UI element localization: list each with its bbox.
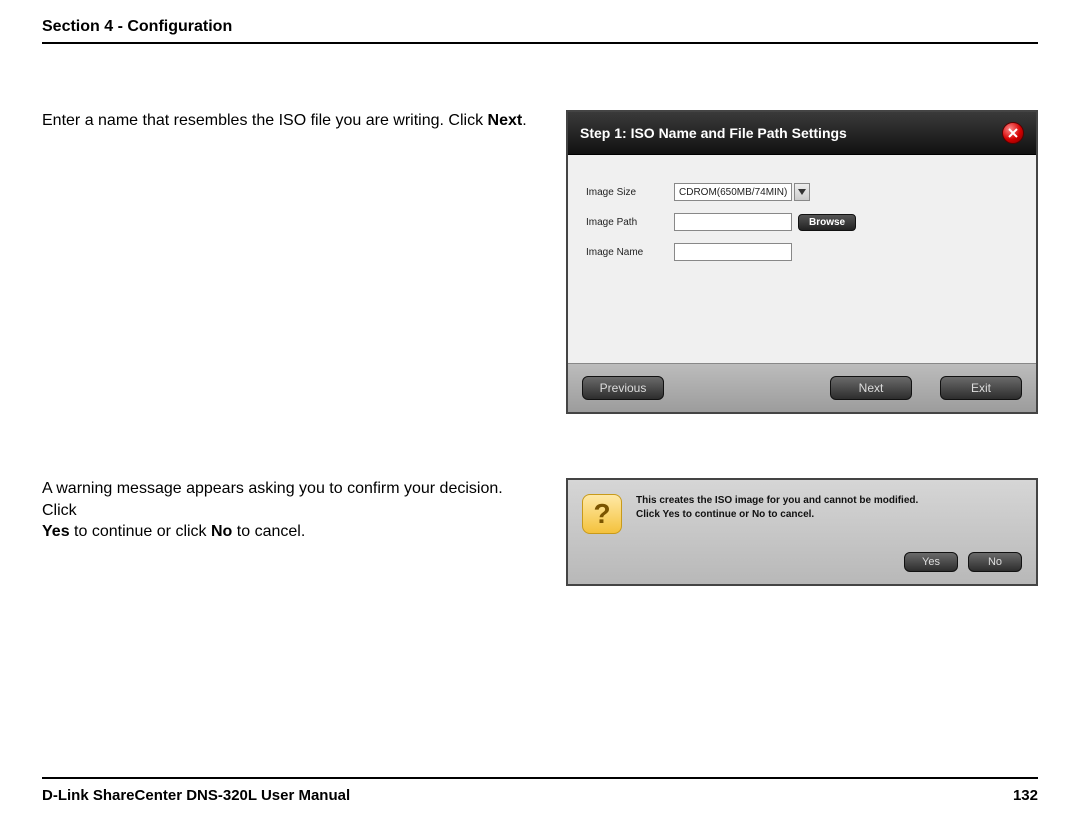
intro1-post: .: [522, 112, 526, 129]
intro2-mid: to continue or click: [70, 523, 211, 540]
instruction-paragraph-1: Enter a name that resembles the ISO file…: [42, 110, 538, 414]
browse-button[interactable]: Browse: [798, 214, 856, 231]
wizard-window: Step 1: ISO Name and File Path Settings …: [566, 110, 1038, 414]
wizard-body: Image Size CDROM(650MB/74MIN) Image Path…: [568, 155, 1036, 363]
wizard-title-bar: Step 1: ISO Name and File Path Settings: [568, 112, 1036, 155]
wizard-footer: Previous Next Exit: [568, 363, 1036, 412]
image-size-label: Image Size: [586, 187, 674, 198]
manual-title: D-Link ShareCenter DNS-320L User Manual: [42, 787, 350, 804]
close-button[interactable]: [1002, 122, 1024, 144]
page-number: 132: [1013, 787, 1038, 804]
image-size-value: CDROM(650MB/74MIN): [679, 187, 787, 198]
confirm-message: This creates the ISO image for you and c…: [636, 494, 918, 521]
chevron-down-icon: [798, 189, 806, 195]
confirm-dialog: ? This creates the ISO image for you and…: [566, 478, 1038, 586]
no-button[interactable]: No: [968, 552, 1022, 572]
exit-button[interactable]: Exit: [940, 376, 1022, 400]
page-section-header: Section 4 - Configuration: [42, 18, 1038, 44]
close-icon: [1008, 128, 1018, 138]
previous-button[interactable]: Previous: [582, 376, 664, 400]
intro1-pre: Enter a name that resembles the ISO file…: [42, 112, 488, 129]
intro2-post: to cancel.: [232, 523, 305, 540]
wizard-title: Step 1: ISO Name and File Path Settings: [580, 125, 847, 141]
instruction-paragraph-2: A warning message appears asking you to …: [42, 478, 538, 586]
intro1-bold: Next: [488, 112, 523, 129]
image-name-input[interactable]: [674, 243, 792, 261]
next-button[interactable]: Next: [830, 376, 912, 400]
image-size-select[interactable]: CDROM(650MB/74MIN): [674, 183, 792, 201]
intro2-bold-no: No: [211, 523, 232, 540]
image-name-label: Image Name: [586, 247, 674, 258]
question-icon: ?: [582, 494, 622, 534]
intro2-bold-yes: Yes: [42, 523, 70, 540]
page-footer: D-Link ShareCenter DNS-320L User Manual …: [42, 777, 1038, 804]
intro2-line1-pre: A warning message appears asking you to …: [42, 480, 503, 519]
image-path-label: Image Path: [586, 217, 674, 228]
confirm-msg-line2: Click Yes to continue or No to cancel.: [636, 509, 814, 520]
yes-button[interactable]: Yes: [904, 552, 958, 572]
image-path-input[interactable]: [674, 213, 792, 231]
confirm-msg-line1: This creates the ISO image for you and c…: [636, 495, 918, 506]
dropdown-arrow-icon[interactable]: [794, 183, 810, 201]
